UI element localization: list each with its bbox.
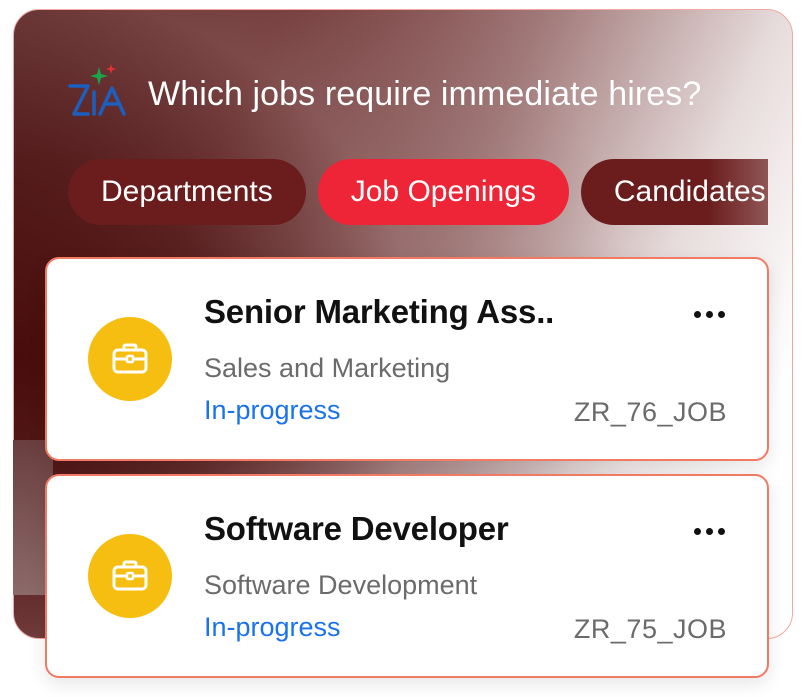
job-id: ZR_75_JOB xyxy=(573,614,727,644)
stage: Which jobs require immediate hires? Depa… xyxy=(0,0,810,697)
job-department: Software Development xyxy=(204,570,478,600)
category-tabs: Departments Job Openings Candidates xyxy=(68,159,768,227)
briefcase-icon xyxy=(88,534,172,618)
job-title: Senior Marketing Ass.. xyxy=(204,293,555,330)
job-status: In-progress xyxy=(204,612,341,642)
tab-departments[interactable]: Departments xyxy=(68,159,306,225)
tab-candidates[interactable]: Candidates xyxy=(580,159,768,225)
zia-logo-icon xyxy=(66,64,130,124)
zia-header: Which jobs require immediate hires? xyxy=(66,62,701,126)
job-card[interactable]: Senior Marketing Ass.. Sales and Marketi… xyxy=(45,257,769,461)
job-title: Software Developer xyxy=(204,510,509,547)
job-id: ZR_76_JOB xyxy=(573,397,727,427)
job-card[interactable]: Software Developer Software Development … xyxy=(45,474,769,678)
briefcase-icon xyxy=(88,317,172,401)
question-text: Which jobs require immediate hires? xyxy=(148,74,702,113)
job-department: Sales and Marketing xyxy=(204,353,451,383)
tab-job-openings[interactable]: Job Openings xyxy=(317,159,569,225)
more-options-icon[interactable] xyxy=(689,299,729,329)
job-status: In-progress xyxy=(204,395,341,425)
more-options-icon[interactable] xyxy=(689,516,729,546)
